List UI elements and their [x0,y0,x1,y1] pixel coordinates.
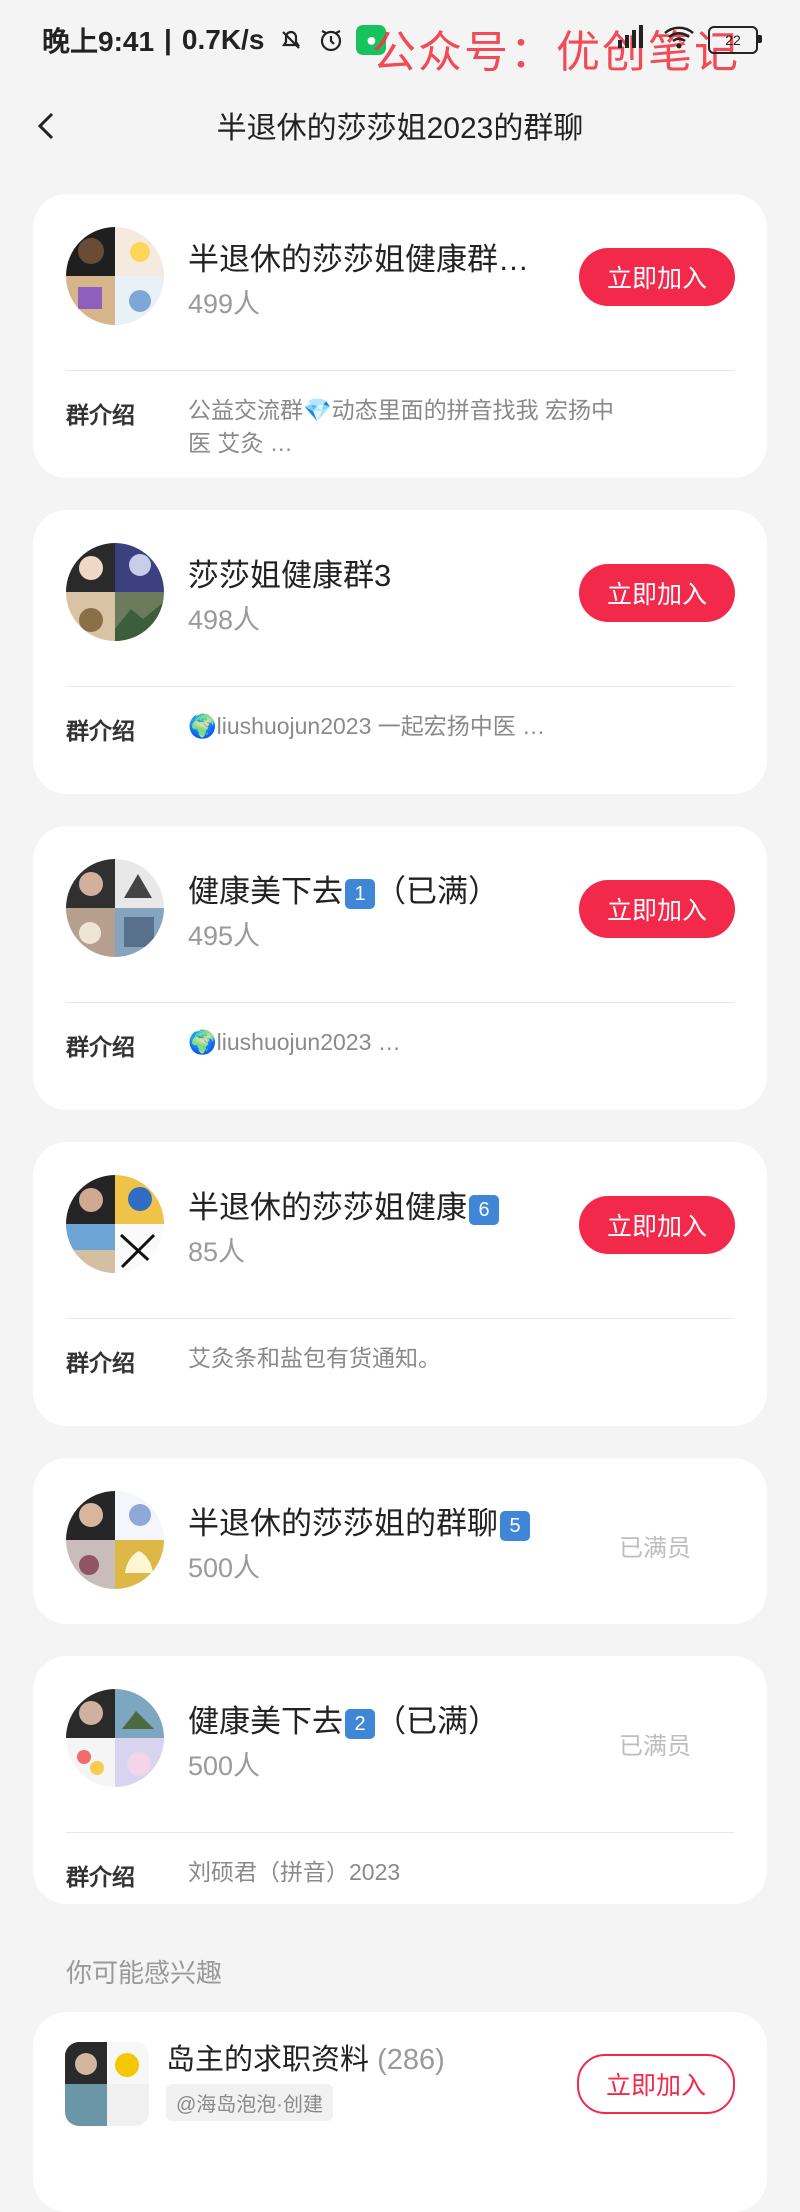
number-badge: 5 [500,1511,530,1541]
network-speed: 0.7K/s [181,24,265,55]
group-avatar [66,1491,164,1589]
group-name: 莎莎姐健康群3 [188,558,392,593]
wifi-icon [662,24,696,55]
group-member-count: 500人 [188,1751,261,1781]
divider [66,370,734,371]
group-name: 半退休的莎莎姐健康 6 [188,1182,499,1227]
status-bar: 晚上9:41 | 0.7K/s ● 公众号：优创笔记 22 [0,0,800,80]
page-title: 半退休的莎莎姐2023的群聊 [216,112,584,145]
status-separator: | [164,24,172,55]
divider [66,1002,734,1003]
number-badge: 6 [469,1195,499,1225]
back-arrow-icon[interactable] [28,106,68,146]
group-name-suffix: （已满） [375,1704,499,1739]
group-card-header: 莎莎姐健康群3 498人 立即加入 [33,510,767,686]
intro-label: 群介绍 [66,1350,135,1376]
group-card[interactable]: 半退休的莎莎姐健康 6 85人 立即加入 群介绍 艾灸条和盐包有货通知。 [33,1142,767,1426]
divider [66,1832,734,1833]
status-time: 晚上9:41 [42,26,155,57]
recommended-group-card[interactable]: 岛主的求职资料 (286) @海岛泡泡·创建 立即加入 [33,2012,767,2212]
divider [66,1318,734,1319]
recommended-group-name: 岛主的求职资料 (286) [166,2036,445,2078]
full-status-label: 已满员 [619,1535,691,1562]
group-member-count: 498人 [188,605,261,635]
section-title: 你可能感兴趣 [66,1958,223,1988]
group-card-header: 半退休的莎莎姐的群聊 5 500人 已满员 [33,1458,767,1634]
group-name-text: 半退休的莎莎姐的群聊 [188,1506,498,1541]
group-member-count: 499人 [188,289,261,319]
mute-icon [276,25,306,55]
number-badge: 1 [345,879,375,909]
group-card[interactable]: 健康美下去 2 （已满） 500人 已满员 群介绍 刘硕君（拼音）2023 [33,1656,767,1904]
group-member-count: 495人 [188,921,261,951]
status-icons: ● [276,25,387,55]
intro-label: 群介绍 [66,402,135,428]
join-button[interactable]: 立即加入 [579,564,735,622]
group-name-text: 健康美下去 [188,1704,343,1739]
group-avatar [66,1175,164,1273]
group-name: 健康美下去 1 （已满） [188,866,499,911]
group-intro: 🌍liushuojun2023 一起宏扬中医 … [188,713,546,739]
recommended-group-tag: @海岛泡泡·创建 [166,2084,333,2121]
signal-icon [616,24,650,55]
number-badge: 2 [345,1709,375,1739]
join-button[interactable]: 立即加入 [579,248,735,306]
group-name-text: 健康美下去 [188,874,343,909]
group-name-text: 半退休的莎莎姐健康 [188,1190,467,1225]
status-right: 22 [616,24,762,55]
group-name: 半退休的莎莎姐健康群… [188,242,529,277]
intro-label: 群介绍 [66,1034,135,1060]
group-card[interactable]: 莎莎姐健康群3 498人 立即加入 群介绍 🌍liushuojun2023 一起… [33,510,767,794]
navigation-bar: 半退休的莎莎姐2023的群聊 [0,80,800,170]
group-intro: 公益交流群💎动态里面的拼音找我 宏扬中医 艾灸 … [188,397,615,456]
group-name: 半退休的莎莎姐的群聊 5 [188,1498,530,1543]
join-button[interactable]: 立即加入 [579,1196,735,1254]
group-card-header: 半退休的莎莎姐健康 6 85人 立即加入 [33,1142,767,1318]
alarm-icon [316,25,346,55]
group-member-count: 500人 [188,1553,261,1583]
group-avatar [66,1689,164,1787]
recommended-group-count: (286) [377,2044,445,2076]
group-avatar [66,859,164,957]
group-avatar [66,543,164,641]
group-name: 健康美下去 2 （已满） [188,1696,499,1741]
group-card[interactable]: 半退休的莎莎姐健康群… 499人 立即加入 群介绍 公益交流群💎动态里面的拼音找… [33,194,767,478]
group-member-count: 85人 [188,1237,246,1267]
group-card[interactable]: 半退休的莎莎姐的群聊 5 500人 已满员 [33,1458,767,1624]
group-intro: 刘硕君（拼音）2023 [188,1859,401,1885]
join-button[interactable]: 立即加入 [579,880,735,938]
recommended-group-title: 岛主的求职资料 [166,2044,370,2076]
group-card[interactable]: 健康美下去 1 （已满） 495人 立即加入 群介绍 🌍liushuojun2023… [33,826,767,1110]
divider [66,686,734,687]
group-card-header: 健康美下去 1 （已满） 495人 立即加入 [33,826,767,1002]
group-avatar [66,227,164,325]
status-left: 晚上9:41 | 0.7K/s [42,20,264,60]
group-intro: 🌍liushuojun2023 … [188,1029,401,1055]
group-intro: 艾灸条和盐包有货通知。 [188,1345,441,1371]
intro-label: 群介绍 [66,718,135,744]
recommended-group-avatar [65,2042,149,2126]
group-card-header: 半退休的莎莎姐健康群… 499人 立即加入 [33,194,767,370]
battery-icon: 22 [708,25,762,54]
join-button[interactable]: 立即加入 [577,2054,735,2114]
group-name-suffix: （已满） [375,874,499,909]
full-status-label: 已满员 [619,1733,691,1760]
intro-label: 群介绍 [66,1864,135,1890]
group-card-header: 健康美下去 2 （已满） 500人 已满员 [33,1656,767,1832]
